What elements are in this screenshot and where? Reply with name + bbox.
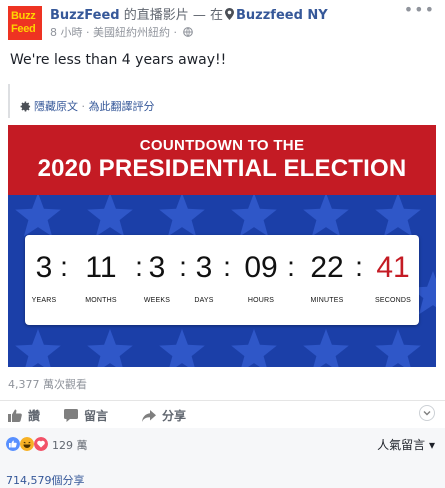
chevron-down-icon bbox=[419, 405, 435, 421]
post-options-button[interactable]: ••• bbox=[404, 0, 435, 19]
post-text: We're less than 4 years away!! bbox=[10, 52, 227, 68]
background-star bbox=[87, 195, 133, 237]
countdown-months-label: MONTHS bbox=[85, 297, 117, 304]
background-star bbox=[303, 195, 349, 237]
background-star bbox=[15, 329, 61, 367]
countdown-colon: : bbox=[60, 251, 68, 282]
countdown-colon: : bbox=[179, 251, 187, 282]
sort-label: 人氣留言 bbox=[377, 438, 426, 452]
comment-button[interactable]: 留言 bbox=[64, 407, 108, 424]
love-reaction-icon[interactable] bbox=[34, 437, 48, 451]
globe-icon[interactable] bbox=[182, 27, 193, 37]
location-link[interactable]: Buzzfeed NY bbox=[236, 8, 328, 23]
banner-title: 2020 PRESIDENTIAL ELECTION bbox=[37, 155, 407, 182]
rate-translation-link[interactable]: 為此翻譯評分 bbox=[89, 100, 155, 113]
translation-bar: 隱藏原文 · 為此翻譯評分 bbox=[8, 84, 434, 118]
post-header: Buzz Feed BuzzFeed 的直播影片 — 在 Buzzfeed NY … bbox=[0, 0, 445, 44]
countdown-seconds-label: SECONDS bbox=[374, 297, 412, 304]
countdown-colon: : bbox=[355, 251, 363, 282]
countdown-seconds-value: 41 bbox=[376, 251, 410, 284]
gear-icon[interactable] bbox=[20, 101, 31, 112]
countdown-colon: : bbox=[135, 251, 143, 282]
share-count[interactable]: 714,579個分享 bbox=[6, 472, 85, 488]
background-star bbox=[375, 329, 421, 367]
background-star bbox=[303, 329, 349, 367]
like-label: 讚 bbox=[28, 409, 41, 423]
hide-original-link[interactable]: 隱藏原文 bbox=[34, 100, 78, 113]
meta-separator: · bbox=[82, 26, 93, 39]
shares-bar: 714,579個分享 bbox=[0, 460, 445, 488]
countdown-minutes-label: MINUTES bbox=[310, 297, 344, 304]
background-star bbox=[375, 195, 421, 237]
haha-reaction-icon[interactable] bbox=[20, 437, 34, 451]
post-place[interactable]: 美國紐約州紐約 bbox=[93, 26, 170, 39]
comment-icon bbox=[64, 409, 78, 422]
reactions-bar: 129 萬 人氣留言 ▾ bbox=[0, 428, 445, 460]
location-pin-icon bbox=[225, 8, 234, 20]
thumbs-up-icon bbox=[8, 409, 22, 422]
background-star bbox=[231, 195, 277, 237]
buzzfeed-logo[interactable]: Buzz Feed bbox=[8, 6, 42, 40]
share-button[interactable]: 分享 bbox=[142, 407, 186, 424]
background-star bbox=[231, 329, 277, 367]
logo-text-line1: Buzz bbox=[11, 10, 36, 22]
video-banner: COUNTDOWN TO THE 2020 PRESIDENTIAL ELECT… bbox=[8, 125, 436, 195]
live-video-player[interactable]: COUNTDOWN TO THE 2020 PRESIDENTIAL ELECT… bbox=[8, 125, 436, 367]
countdown-days-label: DAYS bbox=[194, 297, 214, 304]
background-star bbox=[159, 195, 205, 237]
live-video-text: 的直播影片 — 在 bbox=[119, 8, 223, 23]
countdown-hours-label: HOURS bbox=[247, 297, 275, 304]
post-time[interactable]: 8 小時 bbox=[50, 26, 83, 39]
action-bar: 讚 留言 分享 bbox=[0, 401, 445, 427]
translate-separator: · bbox=[78, 100, 89, 113]
post-meta: 8 小時 · 美國紐約州紐約 · bbox=[50, 24, 193, 40]
sort-caret-icon: ▾ bbox=[428, 438, 435, 452]
countdown-years-label: YEARS bbox=[31, 297, 57, 304]
meta-separator-2: · bbox=[170, 26, 181, 39]
background-star bbox=[87, 329, 133, 367]
banner-subtitle: COUNTDOWN TO THE bbox=[139, 137, 305, 154]
share-label: 分享 bbox=[162, 409, 187, 423]
countdown-hours-value: 09 bbox=[244, 251, 278, 284]
logo-text-line2: Feed bbox=[11, 23, 36, 35]
countdown-months-value: 11 bbox=[85, 251, 117, 284]
comment-label: 留言 bbox=[84, 409, 109, 423]
like-reaction-icon[interactable] bbox=[6, 437, 20, 451]
view-count: 4,377 萬次觀看 bbox=[8, 378, 87, 391]
background-star bbox=[159, 329, 205, 367]
comment-sort-dropdown[interactable]: 人氣留言 ▾ bbox=[377, 436, 435, 453]
background-star bbox=[15, 195, 61, 237]
translation-links: 隱藏原文 · 為此翻譯評分 bbox=[20, 98, 155, 114]
countdown-colon: : bbox=[223, 251, 231, 282]
reaction-count[interactable]: 129 萬 bbox=[52, 437, 88, 453]
countdown-panel: 3 YEARS 11 MONTHS 3 WEEKS 3 DAYS 09 HOURS 22 MINUTE… bbox=[25, 235, 419, 325]
countdown-colon: : bbox=[287, 251, 295, 282]
countdown-minutes-value: 22 bbox=[310, 251, 344, 284]
share-arrow-icon bbox=[142, 410, 156, 422]
page-name-link[interactable]: BuzzFeed bbox=[50, 8, 120, 23]
like-button[interactable]: 讚 bbox=[8, 407, 40, 424]
post-title-line: BuzzFeed 的直播影片 — 在 Buzzfeed NY bbox=[50, 4, 328, 23]
reaction-menu-button[interactable] bbox=[419, 405, 435, 421]
